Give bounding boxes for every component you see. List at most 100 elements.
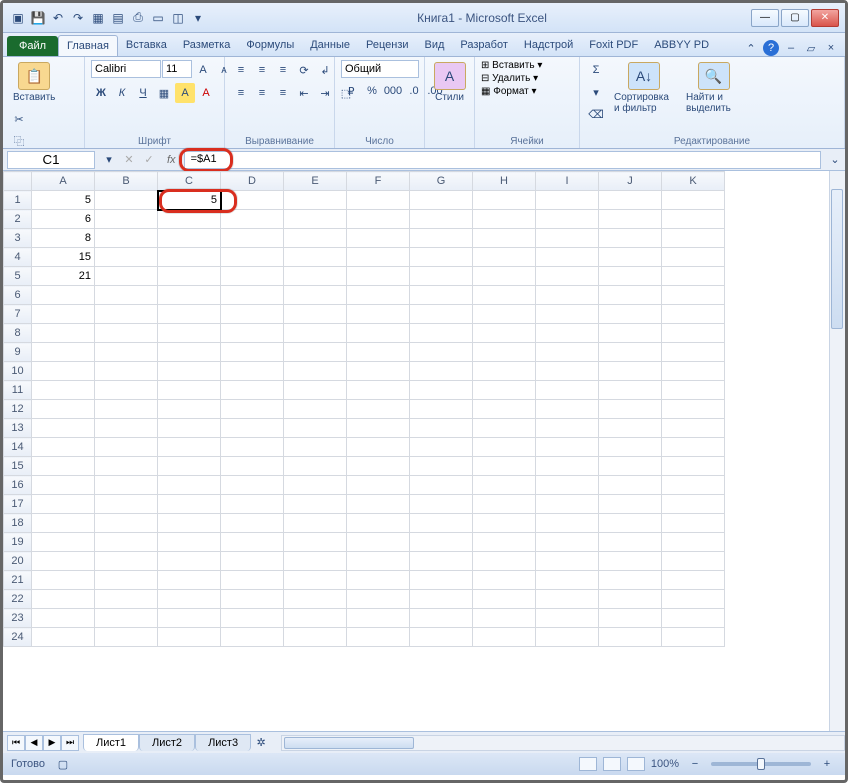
macro-record-icon[interactable]: ▢	[53, 754, 73, 774]
cell-B20[interactable]	[95, 552, 158, 571]
sort-filter-button[interactable]: A↓ Сортировка и фильтр	[610, 60, 678, 116]
column-header-G[interactable]: G	[410, 172, 473, 191]
row-header-7[interactable]: 7	[4, 305, 32, 324]
cell-J4[interactable]	[599, 248, 662, 267]
row-header-9[interactable]: 9	[4, 343, 32, 362]
cell-I1[interactable]	[536, 191, 599, 210]
row-header-4[interactable]: 4	[4, 248, 32, 267]
cell-A18[interactable]	[32, 514, 95, 533]
cell-G4[interactable]	[410, 248, 473, 267]
cell-E13[interactable]	[284, 419, 347, 438]
cell-G17[interactable]	[410, 495, 473, 514]
cell-B22[interactable]	[95, 590, 158, 609]
tab-рецензи[interactable]: Рецензи	[358, 35, 417, 56]
cell-G23[interactable]	[410, 609, 473, 628]
worksheet-grid[interactable]: ABCDEFGHIJK15526384155216789101112131415…	[3, 171, 845, 731]
cell-D6[interactable]	[221, 286, 284, 305]
cell-B4[interactable]	[95, 248, 158, 267]
column-header-A[interactable]: A	[32, 172, 95, 191]
cell-A10[interactable]	[32, 362, 95, 381]
align-right-icon[interactable]: ≡	[273, 83, 293, 103]
cell-C4[interactable]	[158, 248, 221, 267]
increase-font-icon[interactable]: A	[193, 60, 213, 80]
cell-D16[interactable]	[221, 476, 284, 495]
select-all-corner[interactable]	[4, 172, 32, 191]
cell-I14[interactable]	[536, 438, 599, 457]
sheet-tab-Лист2[interactable]: Лист2	[139, 734, 195, 751]
tab-формулы[interactable]: Формулы	[238, 35, 302, 56]
cut-icon[interactable]: ✂	[9, 109, 29, 129]
cell-I17[interactable]	[536, 495, 599, 514]
cell-J9[interactable]	[599, 343, 662, 362]
column-header-J[interactable]: J	[599, 172, 662, 191]
border-icon[interactable]: ▦	[154, 83, 174, 103]
cell-K14[interactable]	[662, 438, 725, 457]
cell-H17[interactable]	[473, 495, 536, 514]
cell-K5[interactable]	[662, 267, 725, 286]
cell-J23[interactable]	[599, 609, 662, 628]
cell-J2[interactable]	[599, 210, 662, 229]
cell-C6[interactable]	[158, 286, 221, 305]
cell-C13[interactable]	[158, 419, 221, 438]
row-header-21[interactable]: 21	[4, 571, 32, 590]
cell-G15[interactable]	[410, 457, 473, 476]
first-sheet-icon[interactable]: ⏮	[7, 735, 25, 751]
cell-K9[interactable]	[662, 343, 725, 362]
cell-B10[interactable]	[95, 362, 158, 381]
cell-J16[interactable]	[599, 476, 662, 495]
cell-H10[interactable]	[473, 362, 536, 381]
cell-G18[interactable]	[410, 514, 473, 533]
column-header-C[interactable]: C	[158, 172, 221, 191]
cell-K4[interactable]	[662, 248, 725, 267]
cell-H22[interactable]	[473, 590, 536, 609]
cell-D7[interactable]	[221, 305, 284, 324]
cell-H24[interactable]	[473, 628, 536, 647]
cell-H4[interactable]	[473, 248, 536, 267]
cell-A11[interactable]	[32, 381, 95, 400]
cell-F5[interactable]	[347, 267, 410, 286]
cell-J15[interactable]	[599, 457, 662, 476]
cell-B8[interactable]	[95, 324, 158, 343]
cell-E10[interactable]	[284, 362, 347, 381]
cell-C16[interactable]	[158, 476, 221, 495]
cell-B1[interactable]	[95, 191, 158, 210]
row-header-23[interactable]: 23	[4, 609, 32, 628]
cell-F23[interactable]	[347, 609, 410, 628]
cell-B6[interactable]	[95, 286, 158, 305]
cell-H18[interactable]	[473, 514, 536, 533]
cell-A3[interactable]: 8	[32, 229, 95, 248]
cell-A8[interactable]	[32, 324, 95, 343]
cell-K7[interactable]	[662, 305, 725, 324]
cell-J20[interactable]	[599, 552, 662, 571]
cell-A1[interactable]: 5	[32, 191, 95, 210]
cell-I13[interactable]	[536, 419, 599, 438]
font-color-icon[interactable]: A	[196, 83, 216, 103]
cell-D5[interactable]	[221, 267, 284, 286]
cell-K24[interactable]	[662, 628, 725, 647]
cell-C18[interactable]	[158, 514, 221, 533]
cell-I22[interactable]	[536, 590, 599, 609]
cell-E17[interactable]	[284, 495, 347, 514]
cell-B16[interactable]	[95, 476, 158, 495]
cell-A22[interactable]	[32, 590, 95, 609]
cell-A24[interactable]	[32, 628, 95, 647]
align-center-icon[interactable]: ≡	[252, 83, 272, 103]
cell-F10[interactable]	[347, 362, 410, 381]
cell-G22[interactable]	[410, 590, 473, 609]
cell-D13[interactable]	[221, 419, 284, 438]
cell-K8[interactable]	[662, 324, 725, 343]
page-break-button[interactable]	[627, 757, 645, 771]
row-header-10[interactable]: 10	[4, 362, 32, 381]
cell-A2[interactable]: 6	[32, 210, 95, 229]
cell-G19[interactable]	[410, 533, 473, 552]
cell-G10[interactable]	[410, 362, 473, 381]
cell-I11[interactable]	[536, 381, 599, 400]
cell-B24[interactable]	[95, 628, 158, 647]
cell-D23[interactable]	[221, 609, 284, 628]
cell-B17[interactable]	[95, 495, 158, 514]
cell-B14[interactable]	[95, 438, 158, 457]
cell-I15[interactable]	[536, 457, 599, 476]
cell-H3[interactable]	[473, 229, 536, 248]
normal-view-button[interactable]	[579, 757, 597, 771]
cell-H6[interactable]	[473, 286, 536, 305]
